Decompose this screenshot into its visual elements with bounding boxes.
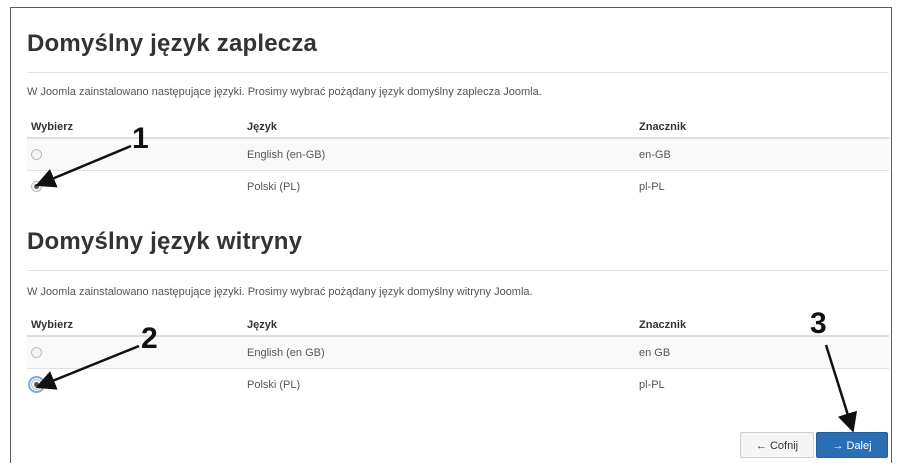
site-radio-english[interactable]	[31, 347, 42, 359]
site-language-description: W Joomla zainstalowano następujące język…	[27, 286, 533, 298]
table-row[interactable]: Polski (PL) pl-PL	[27, 368, 889, 401]
annotation-number-2: 2	[141, 322, 158, 355]
admin-language-section: Domyślny język zaplecza W Joomla zainsta…	[27, 30, 889, 193]
back-button-label: ← Cofnij	[755, 440, 799, 452]
site-language-section: Domyślny język witryny W Joomla zainstal…	[27, 228, 889, 394]
language-name: English (en GB)	[243, 336, 635, 369]
col-header-tag: Znacznik	[639, 121, 687, 133]
language-name: English (en-GB)	[243, 138, 635, 171]
language-name: Polski (PL)	[247, 378, 301, 391]
admin-title-divider	[27, 72, 889, 73]
admin-language-description: W Joomla zainstalowano następujące język…	[27, 86, 542, 98]
site-language-title: Domyślny język witryny	[27, 228, 303, 255]
language-tag: pl-PL	[639, 180, 665, 193]
table-header-row: Wybierz Język Znacznik	[27, 117, 889, 138]
language-tag: en GB	[635, 336, 889, 369]
annotation-number-3: 3	[810, 307, 827, 340]
admin-radio-polski[interactable]	[31, 181, 42, 193]
col-header-tag: Znacznik	[639, 319, 687, 331]
table-row[interactable]: English (en-GB) en-GB	[27, 138, 889, 171]
admin-language-title: Domyślny język zaplecza	[27, 30, 318, 57]
back-button[interactable]: ← Cofnij	[740, 432, 814, 458]
col-header-select: Wybierz	[31, 319, 73, 331]
site-radio-polski[interactable]	[28, 376, 45, 394]
col-header-language: Język	[247, 121, 277, 133]
site-title-divider	[27, 270, 889, 271]
next-button[interactable]: → Dalej	[816, 432, 888, 458]
language-name: Polski (PL)	[247, 180, 301, 193]
annotation-number-1: 1	[132, 122, 149, 155]
language-tag: pl-PL	[639, 378, 665, 391]
admin-radio-english[interactable]	[31, 149, 42, 161]
col-header-language: Język	[247, 319, 277, 331]
next-button-label: → Dalej	[832, 440, 872, 452]
admin-language-table: Wybierz Język Znacznik English (en-GB) e…	[27, 117, 889, 202]
language-tag: en-GB	[635, 138, 889, 171]
table-row[interactable]: Polski (PL) pl-PL	[27, 170, 889, 203]
